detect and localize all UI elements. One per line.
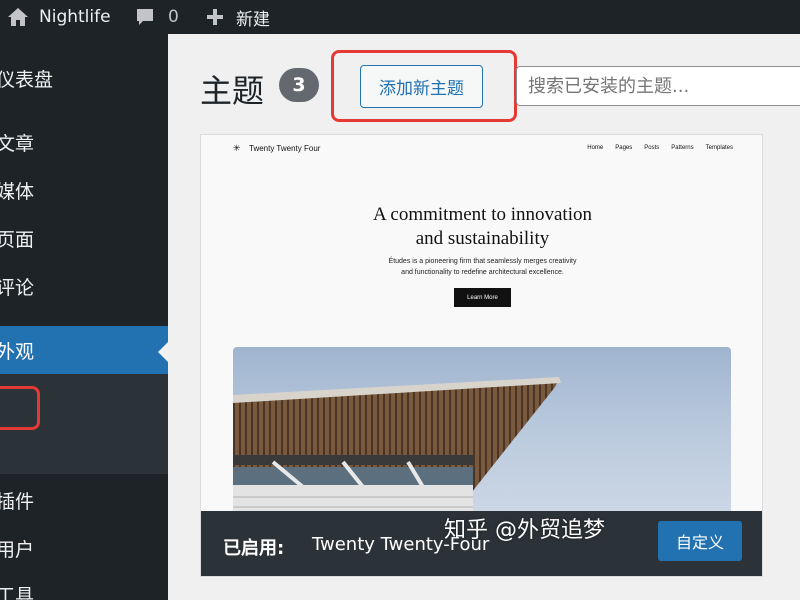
menu-label: 用户 bbox=[0, 538, 35, 561]
add-new-theme-button[interactable]: 添加新主题 bbox=[360, 65, 483, 108]
preview-subtext: Études is a pioneering firm that seamles… bbox=[351, 256, 614, 278]
plus-icon[interactable] bbox=[205, 0, 225, 34]
theme-count-badge: 3 bbox=[279, 68, 319, 102]
preview-headline-line: and sustainability bbox=[415, 228, 550, 249]
menu-label: 外观 bbox=[0, 340, 35, 363]
watermark-text: 知乎 @外贸追梦 bbox=[444, 518, 605, 543]
preview-nav-item: Templates bbox=[705, 145, 733, 151]
preview-subtext-line: Études is a pioneering firm that seamles… bbox=[388, 258, 577, 265]
home-icon[interactable] bbox=[6, 0, 30, 34]
theme-screenshot[interactable]: ✳ Twenty Twenty Four Home Pages Posts Pa… bbox=[201, 135, 762, 511]
preview-nav-item: Pages bbox=[615, 145, 633, 151]
menu-plugins[interactable]: 插件 bbox=[0, 480, 168, 520]
menu-appearance[interactable]: 外观 bbox=[0, 326, 168, 374]
preview-headline-line: A commitment to innovation bbox=[372, 204, 592, 225]
menu-label: 插件 bbox=[0, 490, 35, 513]
appearance-submenu bbox=[0, 374, 168, 474]
preview-cta-button: Learn More bbox=[454, 288, 511, 307]
asterisk-logo-icon: ✳ bbox=[233, 143, 241, 153]
menu-posts[interactable]: 文章 bbox=[0, 122, 168, 162]
menu-media[interactable]: 媒体 bbox=[0, 170, 168, 210]
preview-nav-item: Posts bbox=[644, 145, 660, 151]
menu-tools[interactable]: 工具 bbox=[0, 574, 168, 600]
comment-count[interactable]: 0 bbox=[168, 0, 179, 34]
preview-header: ✳ Twenty Twenty Four Home Pages Posts Pa… bbox=[233, 143, 733, 157]
menu-dashboard[interactable]: 仪表盘 bbox=[0, 58, 168, 98]
building-illustration bbox=[233, 377, 561, 511]
site-name-link[interactable]: Nightlife bbox=[39, 0, 111, 34]
menu-label: 评论 bbox=[0, 276, 35, 299]
preview-site-title: Twenty Twenty Four bbox=[249, 144, 321, 153]
active-theme-label: 已启用: bbox=[223, 538, 285, 559]
new-content-link[interactable]: 新建 bbox=[236, 0, 270, 34]
preview-building-photo bbox=[233, 347, 731, 511]
menu-pages[interactable]: 页面 bbox=[0, 218, 168, 258]
theme-card[interactable]: ✳ Twenty Twenty Four Home Pages Posts Pa… bbox=[200, 134, 763, 577]
preview-nav-item: Patterns bbox=[671, 145, 694, 151]
comment-icon[interactable] bbox=[134, 0, 156, 34]
preview-nav: Home Pages Posts Patterns Templates bbox=[587, 145, 733, 151]
admin-bar: Nightlife 0 新建 bbox=[0, 0, 800, 34]
search-input[interactable] bbox=[516, 66, 800, 106]
submenu-themes-highlight[interactable] bbox=[0, 386, 40, 430]
admin-sidebar: 仪表盘 文章 媒体 页面 评论 外观 插件 用户 工具 bbox=[0, 34, 168, 600]
menu-label: 仪表盘 bbox=[0, 68, 54, 91]
menu-label: 页面 bbox=[0, 228, 35, 251]
menu-comments[interactable]: 评论 bbox=[0, 266, 168, 306]
preview-nav-item: Home bbox=[587, 145, 604, 151]
menu-label: 文章 bbox=[0, 132, 35, 155]
menu-label: 工具 bbox=[0, 584, 35, 600]
menu-users[interactable]: 用户 bbox=[0, 528, 168, 568]
menu-label: 媒体 bbox=[0, 180, 35, 203]
page-title: 主题 bbox=[200, 72, 265, 110]
customize-button[interactable]: 自定义 bbox=[658, 521, 742, 561]
preview-subtext-line: and functionality to redefine architectu… bbox=[401, 269, 564, 276]
preview-headline: A commitment to innovation and sustainab… bbox=[201, 203, 762, 251]
